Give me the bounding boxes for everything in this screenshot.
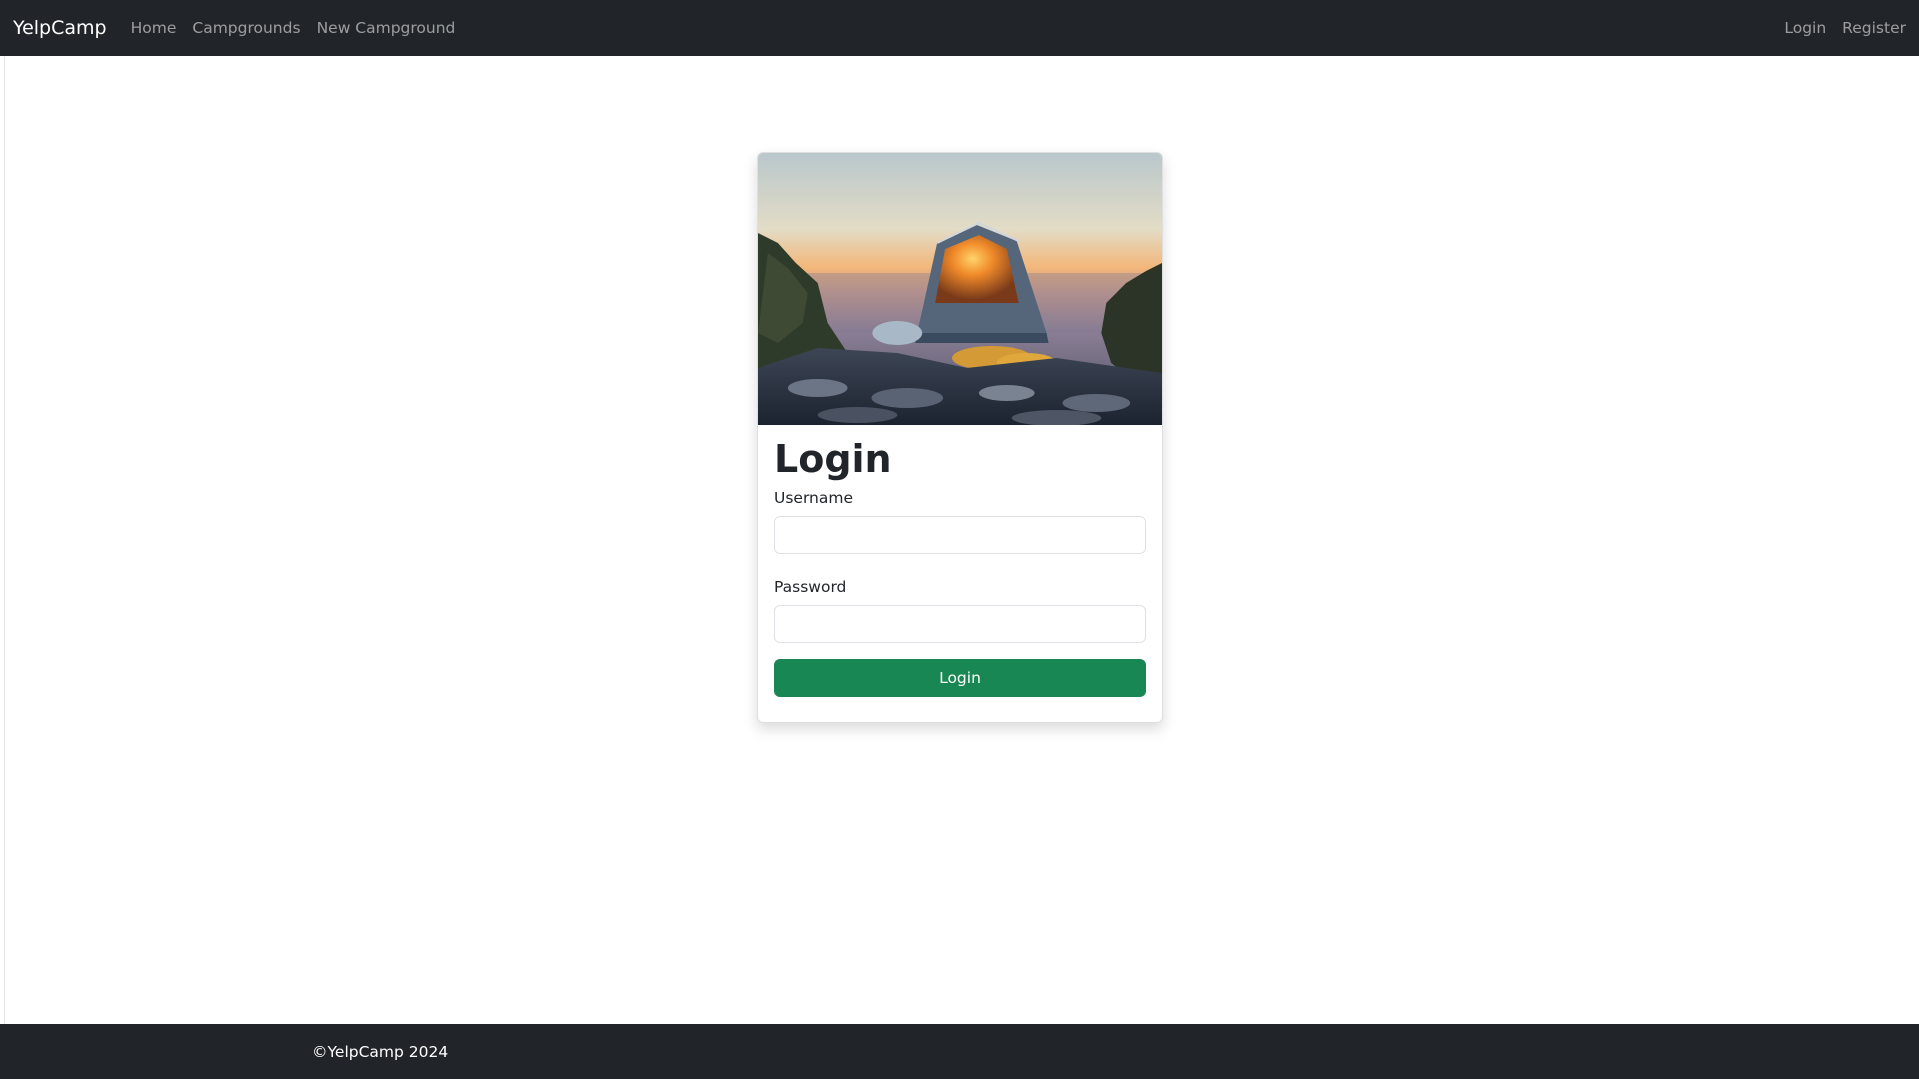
nav-link-new-campground[interactable]: New Campground <box>317 19 456 37</box>
navbar: YelpCamp Home Campgrounds New Campground… <box>0 0 1919 56</box>
login-card-body: Login Username Password Login <box>758 425 1162 713</box>
nav-auth-links: Login Register <box>1768 19 1906 37</box>
login-title: Login <box>774 437 892 481</box>
nav-link-home[interactable]: Home <box>131 19 177 37</box>
password-label: Password <box>774 577 847 596</box>
nav-link-campgrounds[interactable]: Campgrounds <box>192 19 300 37</box>
password-input[interactable] <box>774 604 1146 643</box>
nav-links: Home Campgrounds New Campground <box>131 19 472 37</box>
brand-link[interactable]: YelpCamp <box>13 17 107 39</box>
nav-link-login[interactable]: Login <box>1784 19 1826 37</box>
footer-copyright: ©YelpCamp 2024 <box>312 1043 449 1061</box>
username-input[interactable] <box>774 515 1146 554</box>
footer: ©YelpCamp 2024 <box>0 1024 1919 1079</box>
page-edge-divider <box>4 56 5 1024</box>
login-submit-button[interactable]: Login <box>774 658 1146 697</box>
username-label: Username <box>774 488 854 507</box>
login-form: Username Password Login <box>774 489 1146 697</box>
tent-sunset-image <box>758 153 1162 425</box>
login-card: Login Username Password Login <box>757 152 1163 723</box>
nav-link-register[interactable]: Register <box>1842 19 1906 37</box>
